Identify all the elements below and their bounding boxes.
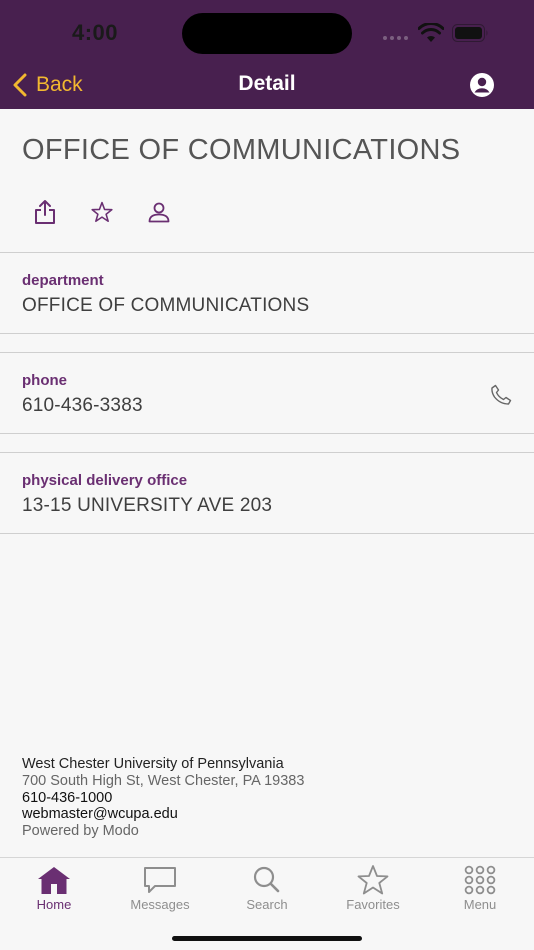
favorite-button[interactable] [90, 198, 114, 226]
search-icon [253, 866, 280, 893]
home-icon [38, 867, 70, 894]
tab-label: Menu [463, 897, 497, 912]
footer-powered-by: Powered by Modo [22, 823, 139, 840]
account-circle-icon[interactable] [469, 72, 495, 98]
footer: West Chester University of Pennsylvania … [22, 756, 304, 840]
footer-university-name: West Chester University of Pennsylvania [22, 756, 284, 772]
star-icon [91, 201, 113, 223]
tab-search[interactable]: Search [217, 864, 317, 912]
field-value: OFFICE OF COMMUNICATIONS [22, 295, 310, 316]
field-value: 13-15 UNIVERSITY AVE 203 [22, 495, 273, 516]
tab-label: Favorites [346, 897, 400, 912]
tab-label: Home [36, 897, 72, 912]
battery-icon [452, 24, 488, 42]
dynamic-island [182, 13, 352, 54]
status-time: 4:00 [72, 20, 119, 45]
share-icon [35, 200, 55, 224]
footer-phone-link[interactable]: 610-436-1000 [22, 790, 304, 807]
field-physical-delivery-office: physical delivery office 13-15 UNIVERSIT… [0, 452, 534, 534]
add-contact-button[interactable] [147, 198, 171, 226]
tab-home[interactable]: Home [4, 864, 104, 912]
tab-favorites[interactable]: Favorites [323, 864, 423, 912]
footer-address: 700 South High St, West Chester, PA 1938… [22, 772, 305, 789]
share-button[interactable] [33, 198, 57, 226]
top-header: 4:00 Back Detail [0, 0, 534, 109]
field-department: department OFFICE OF COMMUNICATIONS [0, 252, 534, 334]
field-label: department [22, 272, 104, 289]
cellular-signal-icon [383, 36, 408, 40]
field-label: phone [22, 372, 67, 389]
nav-title: Detail [238, 72, 296, 95]
tab-messages[interactable]: Messages [110, 864, 210, 912]
field-label: physical delivery office [22, 472, 188, 489]
person-icon [148, 202, 170, 223]
tab-label: Search [246, 897, 288, 912]
field-value[interactable]: 610-436-3383 [22, 395, 143, 417]
action-bar [33, 198, 171, 226]
field-phone[interactable]: phone 610-436-3383 [0, 352, 534, 434]
messages-icon [144, 867, 176, 893]
page-title: OFFICE OF COMMUNICATIONS [22, 134, 461, 166]
phone-icon[interactable] [489, 383, 513, 407]
tab-label: Messages [130, 897, 190, 912]
star-icon [357, 865, 389, 895]
grid-icon [464, 865, 496, 895]
home-indicator [172, 936, 362, 941]
tab-menu[interactable]: Menu [430, 864, 530, 912]
wifi-icon [418, 23, 444, 42]
footer-email-link[interactable]: webmaster@wcupa.edu [22, 806, 304, 823]
